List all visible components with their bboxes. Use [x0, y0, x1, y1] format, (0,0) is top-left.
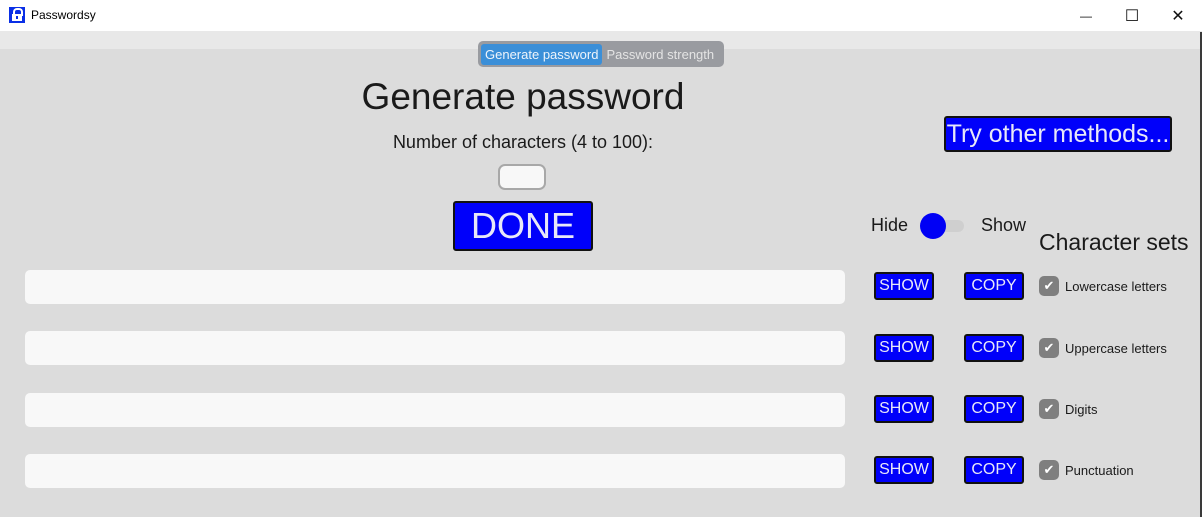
- length-label: Number of characters (4 to 100):: [392, 132, 654, 152]
- checkbox-label: Digits: [1065, 402, 1098, 417]
- show-password-button[interactable]: SHOW: [874, 334, 934, 362]
- copy-password-button[interactable]: COPY: [964, 456, 1024, 484]
- show-password-button[interactable]: SHOW: [874, 456, 934, 484]
- length-input[interactable]: [498, 164, 546, 190]
- check-icon: ✔: [1043, 278, 1055, 293]
- checkbox-lowercase[interactable]: ✔: [1039, 276, 1059, 296]
- copy-password-button[interactable]: COPY: [964, 395, 1024, 423]
- copy-password-button[interactable]: COPY: [964, 272, 1024, 300]
- checkbox-label: Punctuation: [1065, 463, 1134, 478]
- password-field[interactable]: [25, 331, 845, 365]
- check-icon: ✔: [1043, 462, 1055, 477]
- title-bar: Passwordsy — ☐ ✕: [0, 0, 1202, 32]
- minimize-button[interactable]: —: [1063, 0, 1109, 31]
- checkbox-label: Uppercase letters: [1065, 341, 1167, 356]
- tab-generate-password[interactable]: Generate password: [481, 43, 603, 65]
- maximize-button[interactable]: ☐: [1109, 0, 1155, 31]
- lock-icon: [9, 7, 25, 23]
- password-field[interactable]: [25, 393, 845, 427]
- show-password-button[interactable]: SHOW: [874, 395, 934, 423]
- window-title: Passwordsy: [31, 8, 96, 22]
- checkbox-uppercase[interactable]: ✔: [1039, 338, 1059, 358]
- close-icon: ✕: [1171, 7, 1185, 25]
- toggle-knob[interactable]: [920, 213, 946, 239]
- checkbox-label: Lowercase letters: [1065, 279, 1167, 294]
- page-title: Generate password: [361, 76, 685, 117]
- password-field[interactable]: [25, 270, 845, 304]
- check-icon: ✔: [1043, 340, 1055, 355]
- character-sets-title: Character sets: [1039, 229, 1189, 255]
- check-icon: ✔: [1043, 401, 1055, 416]
- tab-password-strength[interactable]: Password strength: [602, 44, 718, 65]
- show-password-button[interactable]: SHOW: [874, 272, 934, 300]
- tab-bar: Generate password Password strength: [478, 41, 724, 67]
- close-button[interactable]: ✕: [1155, 0, 1201, 31]
- minimize-icon: —: [1080, 8, 1092, 23]
- checkbox-digits[interactable]: ✔: [1039, 399, 1059, 419]
- password-field[interactable]: [25, 454, 845, 488]
- copy-password-button[interactable]: COPY: [964, 334, 1024, 362]
- hide-label: Hide: [871, 215, 909, 235]
- done-button[interactable]: DONE: [453, 201, 593, 251]
- maximize-icon: ☐: [1124, 7, 1140, 25]
- show-label: Show: [981, 215, 1027, 235]
- checkbox-punctuation[interactable]: ✔: [1039, 460, 1059, 480]
- try-other-methods-button[interactable]: Try other methods...: [944, 116, 1172, 152]
